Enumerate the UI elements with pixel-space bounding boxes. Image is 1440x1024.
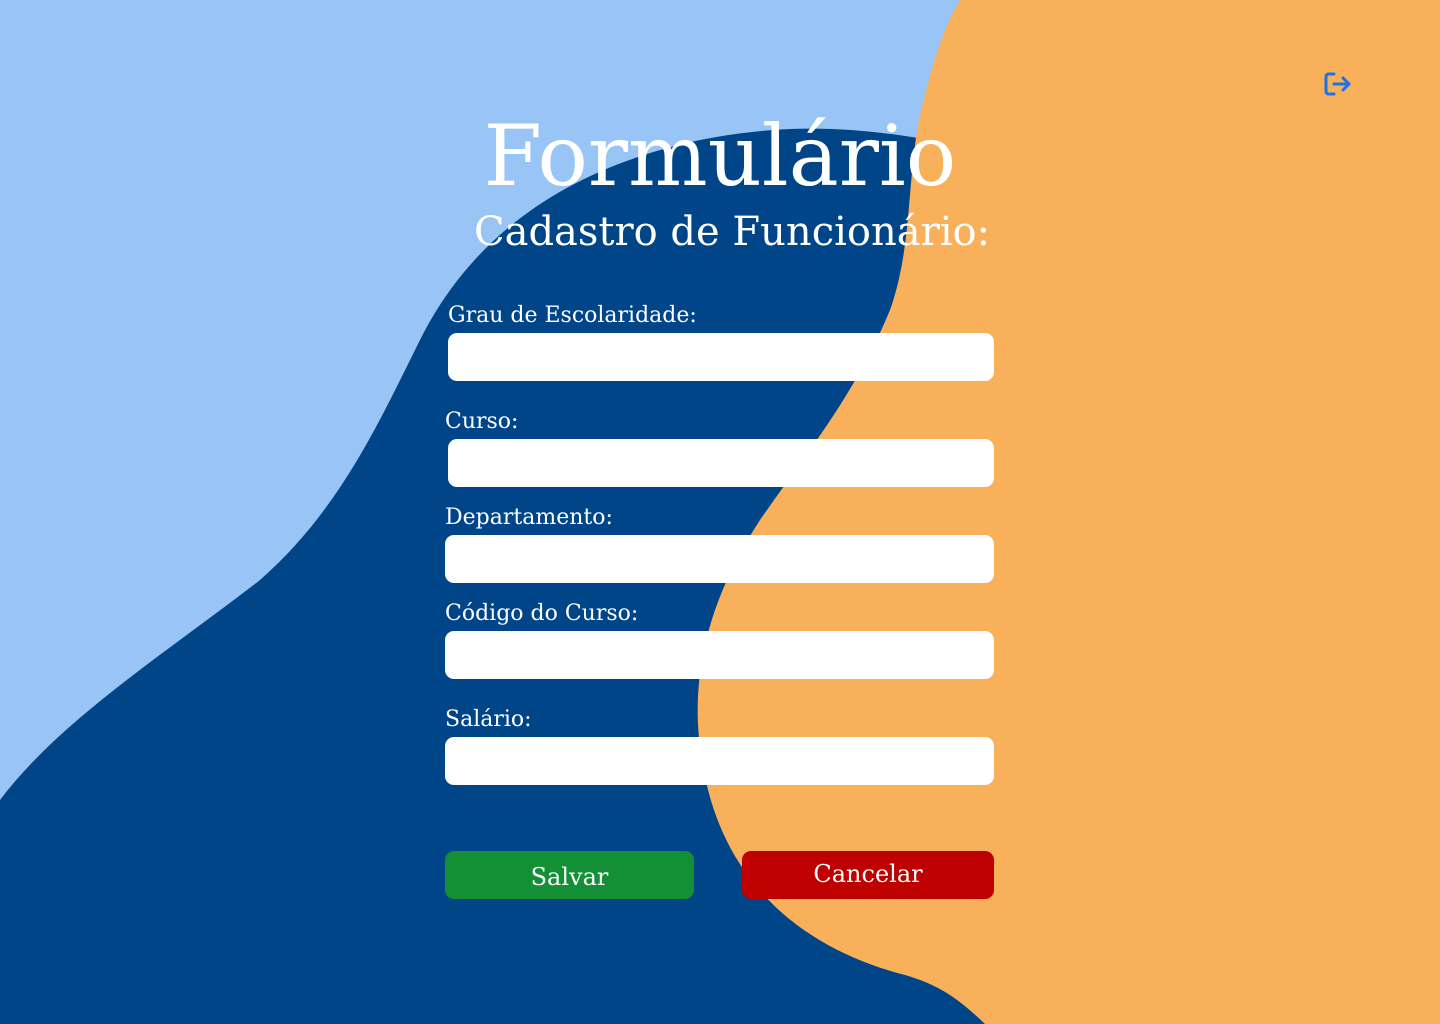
page-subtitle: Cadastro de Funcionário: — [474, 209, 991, 255]
page-title: Formulário — [483, 107, 957, 205]
education-level-label: Grau de Escolaridade: — [448, 303, 697, 328]
cancel-button[interactable]: Cancelar — [742, 851, 994, 899]
logout-icon[interactable] — [1323, 70, 1353, 98]
course-code-label: Código do Curso: — [445, 601, 639, 626]
save-button[interactable]: Salvar — [445, 851, 694, 899]
course-field[interactable] — [448, 439, 994, 487]
education-level-field[interactable] — [448, 333, 994, 381]
department-field[interactable] — [445, 535, 994, 583]
course-label: Curso: — [445, 409, 519, 434]
salary-label: Salário: — [445, 707, 532, 732]
salary-field[interactable] — [445, 737, 994, 785]
course-code-field[interactable] — [445, 631, 994, 679]
department-label: Departamento: — [445, 505, 613, 530]
